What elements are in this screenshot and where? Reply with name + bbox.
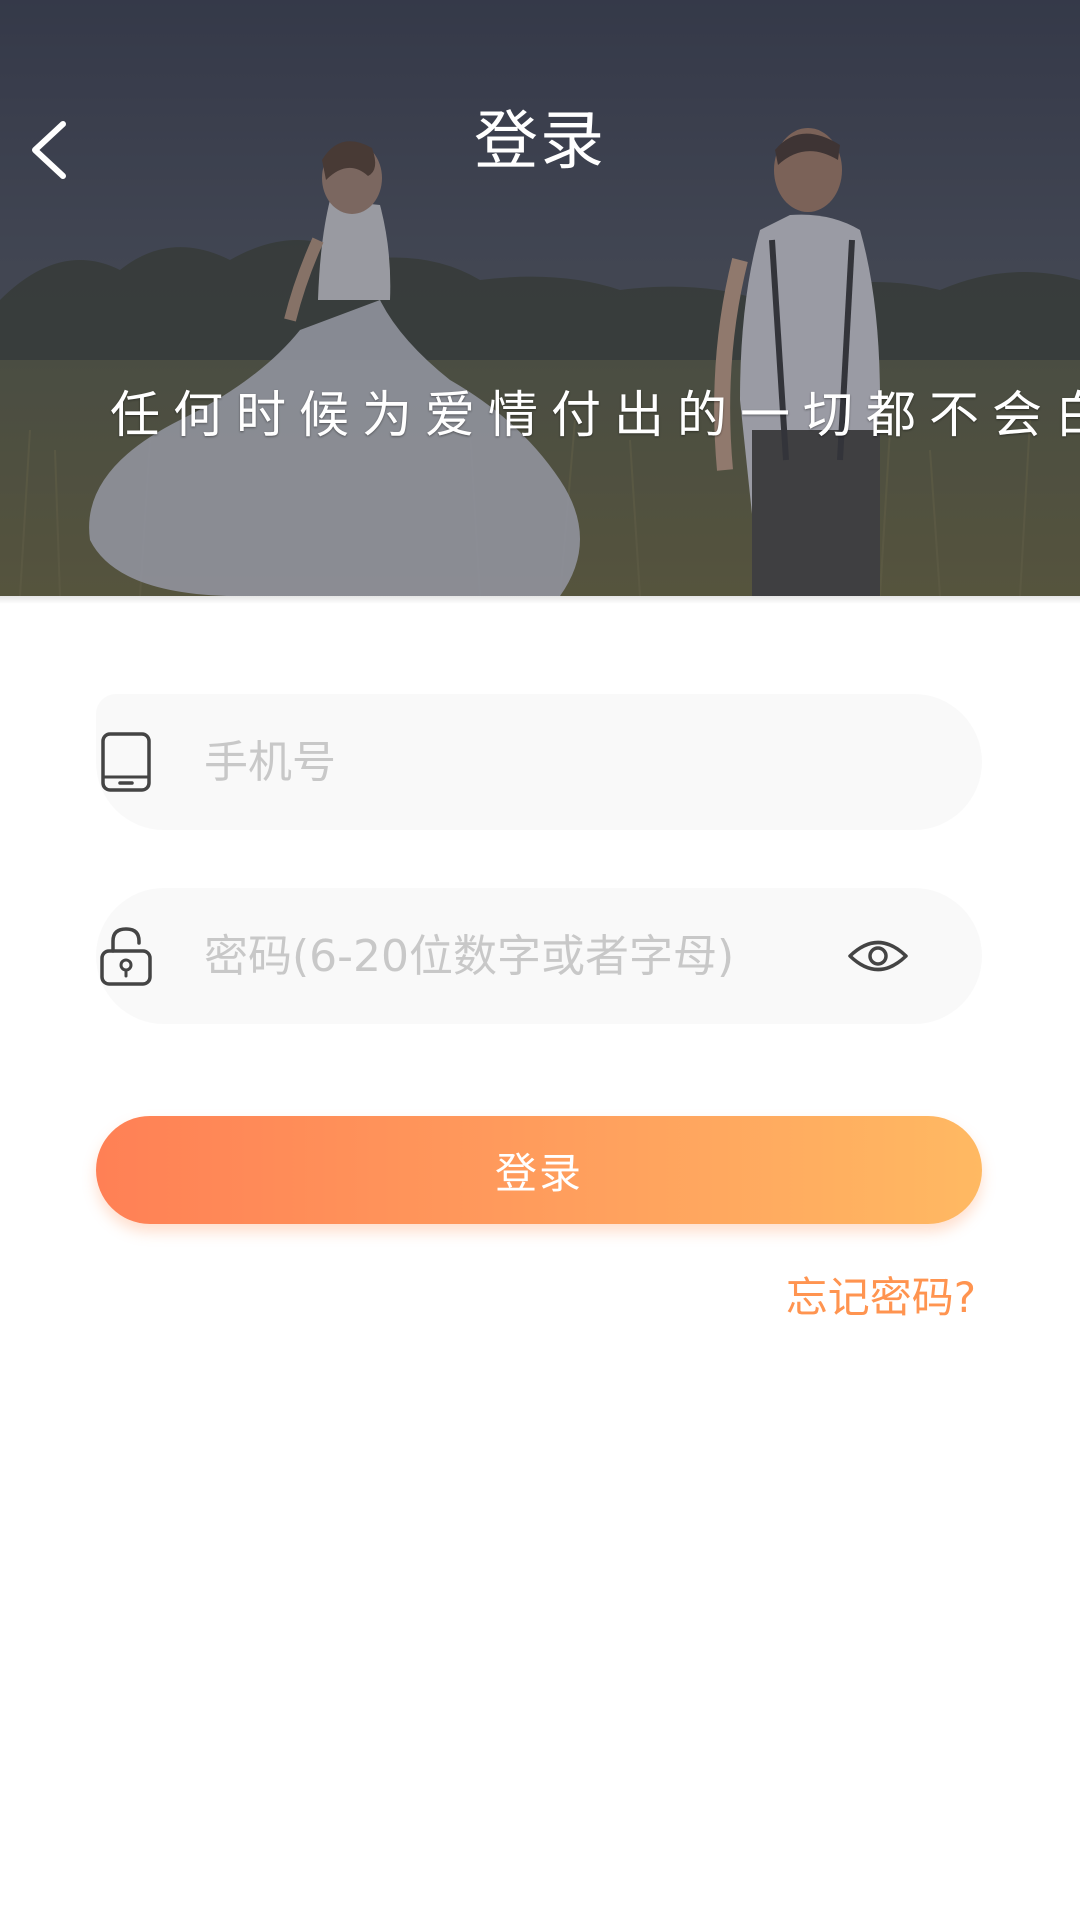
slogan-text: 任何时候为爱情付出的一切都不会白白浪费 bbox=[110, 386, 1080, 444]
lock-icon bbox=[96, 921, 156, 991]
header-divider bbox=[0, 596, 1080, 604]
header-banner: 登录 任何时候为爱情付出的一切都不会白白浪费 bbox=[0, 0, 1080, 596]
eye-icon bbox=[848, 940, 908, 972]
password-visibility-toggle[interactable] bbox=[842, 926, 914, 986]
password-field[interactable] bbox=[96, 888, 982, 1024]
login-screen: 登录 任何时候为爱情付出的一切都不会白白浪费 bbox=[0, 0, 1080, 1920]
phone-icon bbox=[96, 727, 156, 797]
password-input[interactable] bbox=[204, 916, 824, 996]
photo-overlay bbox=[0, 0, 1080, 596]
login-button[interactable]: 登录 bbox=[96, 1116, 982, 1224]
phone-input[interactable] bbox=[204, 722, 824, 802]
forgot-password-link[interactable]: 忘记密码? bbox=[786, 1270, 976, 1326]
page-title: 登录 bbox=[474, 105, 606, 179]
phone-field[interactable] bbox=[96, 694, 982, 830]
